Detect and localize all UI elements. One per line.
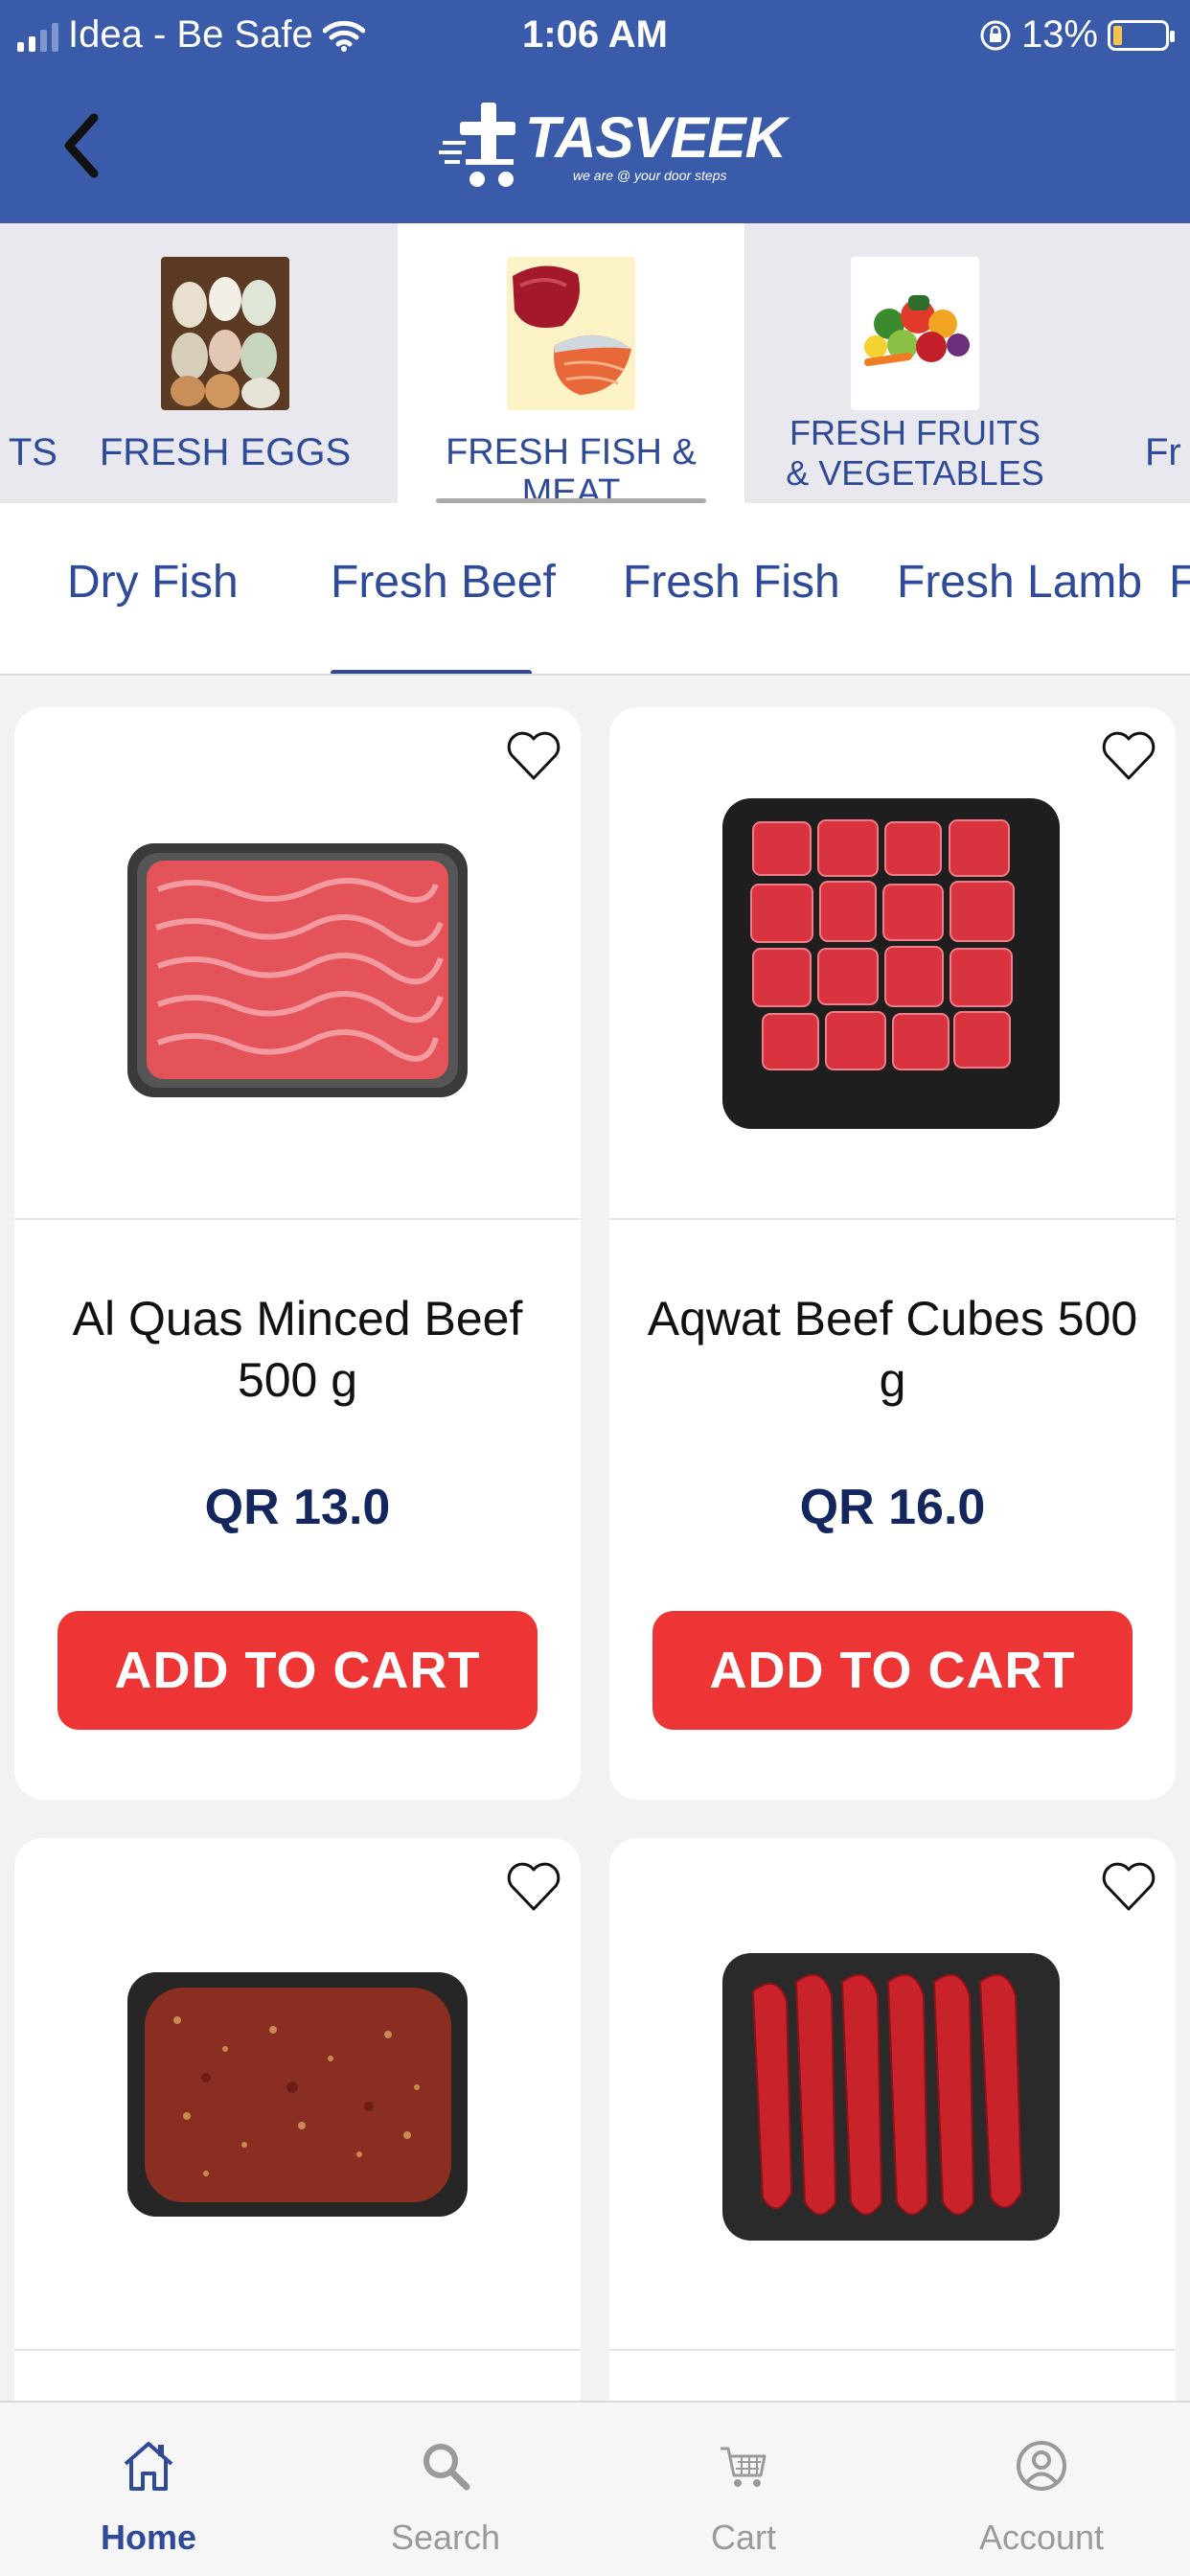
cart-icon	[721, 2447, 767, 2487]
category-partial-left[interactable]: TS	[0, 223, 57, 503]
category-fresh-fruits-vegetables[interactable]: FRESH FRUITS & VEGETABLES	[767, 223, 1064, 503]
product-image-seasoned-mince	[14, 1838, 581, 2351]
nav-search[interactable]: Search	[297, 2403, 594, 2576]
battery-icon	[1108, 19, 1175, 51]
logo-tagline: we are @ your door steps	[573, 168, 727, 183]
product-grid: Al Quas Minced Beef 500 g QR 13.0 ADD TO…	[0, 676, 1190, 2509]
nav-cart[interactable]: Cart	[595, 2403, 892, 2576]
rotation-lock-icon	[980, 20, 1011, 50]
fresh-fruits-vegetables-image	[851, 257, 979, 410]
add-to-cart-button[interactable]: ADD TO CART	[57, 1611, 538, 1730]
search-icon	[423, 2444, 470, 2491]
heart-icon[interactable]	[1099, 1857, 1158, 1917]
product-card[interactable]: Al Quas Minced Beef 500 g QR 13.0 ADD TO…	[14, 707, 581, 1800]
product-image-beef-cubes	[609, 707, 1176, 1220]
category-bar: TS FRESH EGGS FRESH FISH & MEAT FRESH FR…	[0, 223, 1190, 503]
bottom-navigation: Home Search Cart Account	[0, 2401, 1190, 2576]
category-label-line1: FRESH FRUITS	[789, 413, 1041, 452]
tab-partial-right[interactable]: F	[1169, 556, 1190, 609]
category-label: FRESH FISH & MEAT	[446, 432, 697, 503]
product-image-minced-beef	[14, 707, 581, 1220]
fresh-eggs-image	[161, 257, 289, 410]
app-header: Idea - Be Safe 1:06 AM 13% TASVEEK we ar…	[0, 0, 1190, 223]
tab-fresh-fish[interactable]: Fresh Fish	[623, 556, 840, 609]
product-card[interactable]: Aqwat Beef Cubes 500 g QR 16.0 ADD TO CA…	[609, 707, 1176, 1800]
fresh-fish-meat-image	[507, 257, 635, 410]
product-price: QR 16.0	[799, 1480, 986, 1535]
category-label: FRESH EGGS	[99, 431, 352, 473]
category-label-line2: & VEGETABLES	[786, 453, 1044, 493]
heart-icon[interactable]	[504, 726, 563, 786]
tab-fresh-beef[interactable]: Fresh Beef	[331, 556, 556, 609]
subcategory-tabs: Dry Fish Fresh Beef Fresh Fish Fresh Lam…	[0, 503, 1190, 676]
back-button[interactable]	[57, 110, 103, 181]
home-icon	[124, 2442, 173, 2491]
product-image-beef-sausages	[609, 1838, 1176, 2351]
heart-icon[interactable]	[1099, 726, 1158, 786]
product-title: Aqwat Beef Cubes 500 g	[647, 1292, 1138, 1407]
add-to-cart-button[interactable]: ADD TO CART	[652, 1611, 1133, 1730]
heart-icon[interactable]	[504, 1857, 563, 1917]
logo-name: TASVEEK	[525, 105, 787, 170]
category-fresh-eggs[interactable]: FRESH EGGS	[96, 223, 355, 503]
nav-account[interactable]: Account	[893, 2403, 1190, 2576]
account-icon	[1017, 2441, 1066, 2491]
battery-percent: 13%	[1020, 13, 1098, 56]
product-title: Al Quas Minced Beef 500 g	[72, 1292, 523, 1407]
tab-dry-fish[interactable]: Dry Fish	[67, 556, 239, 609]
category-partial-right[interactable]: Fr	[1145, 223, 1190, 503]
nav-home[interactable]: Home	[0, 2403, 297, 2576]
category-fresh-fish-meat[interactable]: FRESH FISH & MEAT	[398, 223, 744, 503]
tasveek-logo: TASVEEK we are @ your door steps	[439, 101, 787, 192]
tab-fresh-lamb[interactable]: Fresh Lamb	[897, 556, 1142, 609]
status-bar: Idea - Be Safe 1:06 AM 13%	[0, 0, 1190, 73]
logo-cart-icon	[439, 103, 515, 187]
product-price: QR 13.0	[204, 1480, 391, 1535]
